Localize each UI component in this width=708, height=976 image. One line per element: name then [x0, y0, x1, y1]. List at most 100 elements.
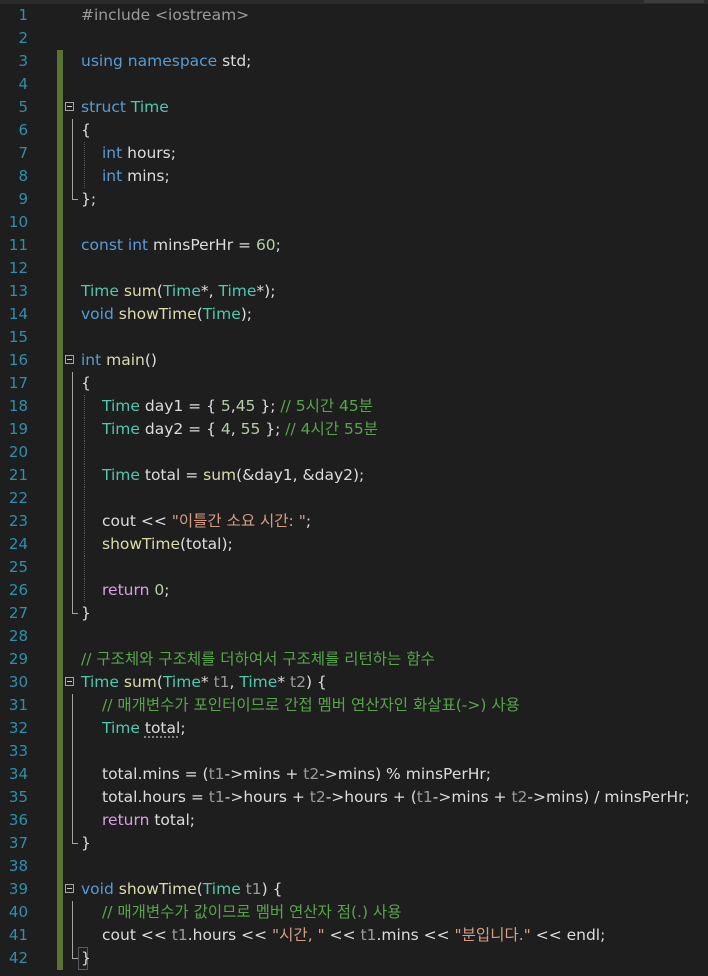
code-line-37[interactable]: 37 }: [0, 832, 708, 855]
comment: // 5시간 45분: [280, 397, 374, 415]
code-text: ->mins) / minsPerHr;: [527, 788, 690, 806]
code-line-3[interactable]: 3 using namespace std;: [0, 50, 708, 73]
comment: // 매개변수가 값이므로 멤버 연산자 점(.) 사용: [102, 903, 402, 921]
change-marker: [57, 763, 63, 786]
code-line-28[interactable]: 28: [0, 625, 708, 648]
code-line-38[interactable]: 38: [0, 855, 708, 878]
code-text: ,: [230, 420, 241, 438]
code-text: ;: [275, 236, 281, 254]
parameter: t1: [171, 926, 188, 944]
code-line-12[interactable]: 12: [0, 257, 708, 280]
fold-collapse-icon[interactable]: [65, 884, 74, 893]
preprocessor-include: #include <iostream>: [81, 6, 250, 24]
line-number: 28: [8, 627, 28, 645]
code-line-36[interactable]: 36 return total;: [0, 809, 708, 832]
code-line-16[interactable]: 16 int main(): [0, 349, 708, 372]
fold-collapse-icon[interactable]: [65, 355, 74, 364]
parameter: t1: [208, 765, 225, 783]
type-name: Time: [162, 282, 201, 300]
code-line-23[interactable]: 23 cout << "이틀간 소요 시간: ";: [0, 510, 708, 533]
code-line-22[interactable]: 22: [0, 487, 708, 510]
fold-guide: [72, 441, 73, 464]
code-line-11[interactable]: 11 const int minsPerHr = 60;: [0, 234, 708, 257]
fold-guide: [72, 763, 73, 786]
code-line-41[interactable]: 41 cout << t1.hours << "시간, " << t1.mins…: [0, 924, 708, 947]
code-text: *);: [256, 282, 276, 300]
code-line-20[interactable]: 20: [0, 441, 708, 464]
parameter: t2: [290, 673, 306, 691]
change-marker: [57, 487, 63, 510]
code-line-21[interactable]: 21 Time total = sum(&day1, &day2);: [0, 464, 708, 487]
line-number: 35: [8, 788, 28, 806]
comment: // 4시간 55분: [285, 420, 378, 438]
code-line-15[interactable]: 15: [0, 326, 708, 349]
type-name: Time: [202, 880, 241, 898]
line-number: 30: [8, 673, 28, 691]
code-line-39[interactable]: 39 void showTime(Time t1) {: [0, 878, 708, 901]
code-line-25[interactable]: 25: [0, 556, 708, 579]
horizontal-scrollbar[interactable]: [644, 0, 704, 3]
code-text: cout <<: [102, 926, 172, 944]
code-line-35[interactable]: 35 total.hours = t1->hours + t2->hours +…: [0, 786, 708, 809]
fold-collapse-icon[interactable]: [65, 102, 74, 111]
change-marker: [57, 694, 63, 717]
fold-collapse-icon[interactable]: [65, 677, 74, 686]
code-line-5[interactable]: 5 struct Time: [0, 96, 708, 119]
diagnostic-squiggle[interactable]: total: [145, 719, 180, 737]
code-line-32[interactable]: 32 Time total;: [0, 717, 708, 740]
number-literal: 60: [255, 236, 276, 254]
change-marker: [57, 602, 63, 625]
indent-guide: [84, 533, 85, 556]
code-editor[interactable]: 1 #include <iostream> 2 3 using namespac…: [0, 0, 708, 976]
code-line-31[interactable]: 31 // 매개변수가 포인터이므로 간접 멤버 연산자인 화살표(->) 사용: [0, 694, 708, 717]
code-line-18[interactable]: 18 Time day1 = { 5,45 }; // 5시간 45분: [0, 395, 708, 418]
code-line-34[interactable]: 34 total.mins = (t1->mins + t2->mins) % …: [0, 763, 708, 786]
indent-guide: [84, 556, 85, 579]
code-line-29[interactable]: 29 // 구조체와 구조체를 더하여서 구조체를 리턴하는 함수: [0, 648, 708, 671]
change-marker: [57, 119, 63, 142]
code-line-33[interactable]: 33: [0, 740, 708, 763]
code-line-30[interactable]: 30 Time sum(Time* t1, Time* t2) {: [0, 671, 708, 694]
code-line-26[interactable]: 26 return 0;: [0, 579, 708, 602]
indent-guide: [84, 165, 85, 188]
code-line-42[interactable]: 42 }: [0, 947, 708, 970]
code-line-17[interactable]: 17 {: [0, 372, 708, 395]
fold-guide: [72, 487, 73, 510]
indent-guide: [84, 510, 85, 533]
code-text: total =: [139, 466, 204, 484]
line-number: 31: [8, 696, 28, 714]
fold-guide: [72, 165, 73, 188]
fold-guide-end: [72, 947, 78, 959]
code-line-9[interactable]: 9 };: [0, 188, 708, 211]
type-name: Time: [102, 397, 140, 415]
code-line-8[interactable]: 8 int mins;: [0, 165, 708, 188]
line-number: 1: [18, 6, 28, 24]
code-text: .mins <<: [376, 926, 455, 944]
line-number: 34: [8, 765, 28, 783]
code-line-27[interactable]: 27 }: [0, 602, 708, 625]
fold-guide-end: [72, 602, 78, 614]
code-line-7[interactable]: 7 int hours;: [0, 142, 708, 165]
code-line-40[interactable]: 40 // 매개변수가 값이므로 멤버 연산자 점(.) 사용: [0, 901, 708, 924]
code-line-2[interactable]: 2: [0, 27, 708, 50]
code-line-10[interactable]: 10: [0, 211, 708, 234]
keyword: using namespace: [81, 52, 218, 70]
code-text: minsPerHr =: [148, 236, 256, 254]
fold-guide: [72, 786, 73, 809]
code-text: .hours <<: [187, 926, 273, 944]
line-number: 37: [8, 834, 28, 852]
code-line-13[interactable]: 13 Time sum(Time*, Time*);: [0, 280, 708, 303]
line-number: 38: [8, 857, 28, 875]
line-number: 17: [8, 374, 28, 392]
fold-guide: [72, 464, 73, 487]
code-line-4[interactable]: 4: [0, 73, 708, 96]
keyword: int: [81, 351, 102, 369]
code-line-6[interactable]: 6 {: [0, 119, 708, 142]
code-text: ;: [164, 581, 170, 599]
keyword: int: [102, 144, 123, 162]
code-line-14[interactable]: 14 void showTime(Time);: [0, 303, 708, 326]
change-marker: [57, 441, 63, 464]
code-line-24[interactable]: 24 showTime(total);: [0, 533, 708, 556]
code-line-1[interactable]: 1 #include <iostream>: [0, 4, 708, 27]
code-line-19[interactable]: 19 Time day2 = { 4, 55 }; // 4시간 55분: [0, 418, 708, 441]
